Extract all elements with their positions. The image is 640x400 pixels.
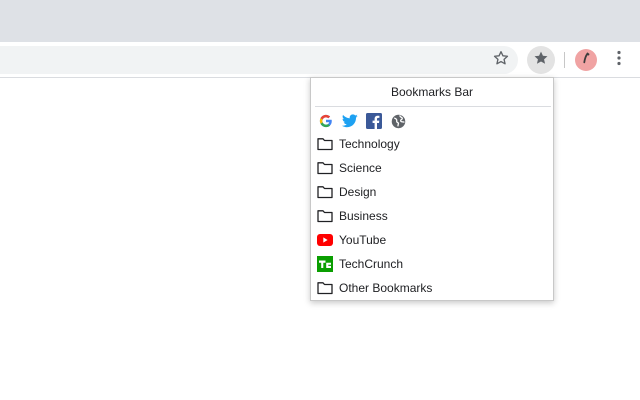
bookmark-youtube[interactable]: YouTube <box>311 228 553 252</box>
bookmark-list: Technology Science Design Business YouTu… <box>311 132 553 300</box>
more-vert-icon <box>617 50 621 71</box>
toolbar-divider <box>564 52 565 68</box>
google-icon[interactable] <box>318 113 334 129</box>
star-outline-icon <box>493 50 509 71</box>
tab-strip <box>0 0 640 42</box>
bookmark-page-button[interactable] <box>489 48 513 72</box>
bookmark-label: Design <box>339 185 377 199</box>
address-bar[interactable] <box>0 46 518 74</box>
youtube-icon <box>317 232 333 248</box>
techcrunch-icon <box>317 256 333 272</box>
bookmark-label: Science <box>339 161 382 175</box>
browser-menu-button[interactable] <box>611 48 627 72</box>
bookmarks-popup: Bookmarks Bar Technology Science Design … <box>310 77 554 301</box>
bookmarks-extension-button[interactable] <box>527 46 555 74</box>
bookmark-techcrunch[interactable]: TechCrunch <box>311 252 553 276</box>
globe-icon[interactable] <box>390 113 406 129</box>
folder-icon <box>317 160 333 176</box>
popup-title: Bookmarks Bar <box>390 85 474 99</box>
star-filled-icon <box>533 50 549 71</box>
folder-icon <box>317 280 333 296</box>
profile-avatar-button[interactable] <box>575 49 597 71</box>
bookmark-label: Business <box>339 209 388 223</box>
bookmark-folder-business[interactable]: Business <box>311 204 553 228</box>
popup-divider <box>315 106 551 107</box>
bookmark-folder-science[interactable]: Science <box>311 156 553 180</box>
bookmark-label: TechCrunch <box>339 257 404 271</box>
bookmark-label: Other Bookmarks <box>339 281 433 295</box>
facebook-icon[interactable] <box>366 113 382 129</box>
bookmark-folder-technology[interactable]: Technology <box>311 132 553 156</box>
twitter-icon[interactable] <box>342 113 358 129</box>
folder-icon <box>317 136 333 152</box>
avatar-icon <box>579 51 593 70</box>
bookmark-folder-other-bookmarks[interactable]: Other Bookmarks <box>311 276 553 300</box>
folder-icon <box>317 184 333 200</box>
quick-links-row <box>318 113 406 129</box>
bookmark-folder-design[interactable]: Design <box>311 180 553 204</box>
bookmark-label: Technology <box>339 137 400 151</box>
folder-icon <box>317 208 333 224</box>
bookmark-label: YouTube <box>339 233 387 247</box>
browser-toolbar <box>0 42 640 78</box>
